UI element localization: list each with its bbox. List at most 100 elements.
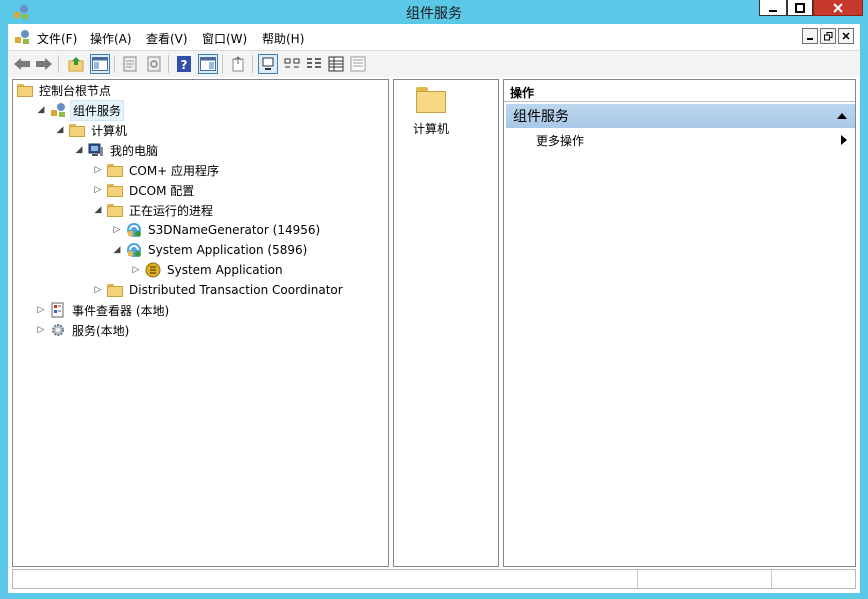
small-icons-view-button[interactable] bbox=[282, 54, 302, 74]
collapsed-arrow-icon[interactable]: ▷ bbox=[93, 285, 103, 295]
folder-icon bbox=[107, 282, 123, 298]
list-item-label: 计算机 bbox=[413, 122, 450, 136]
actions-pane: 操作 组件服务 更多操作 bbox=[503, 79, 856, 567]
com-object-icon bbox=[145, 262, 161, 278]
maximize-button[interactable] bbox=[787, 0, 813, 16]
toolbar-separator bbox=[222, 55, 223, 73]
result-pane[interactable]: 计算机 bbox=[393, 79, 499, 567]
export-list-button[interactable] bbox=[228, 54, 248, 74]
status-separator bbox=[771, 570, 772, 588]
menu-bar: 文件(F) 操作(A) 查看(V) 窗口(W) 帮助(H) bbox=[8, 24, 860, 50]
details-view-button[interactable] bbox=[326, 54, 346, 74]
window-title: 组件服务 bbox=[406, 6, 462, 22]
system-menu-icon[interactable] bbox=[13, 28, 31, 46]
collapsed-arrow-icon[interactable]: ▷ bbox=[93, 185, 103, 195]
tree-item[interactable]: ◢ 组件服务 bbox=[36, 99, 125, 121]
tree-item-label: S3DNameGenerator (14956) bbox=[148, 223, 321, 237]
tree-item-label: 组件服务 bbox=[70, 99, 125, 121]
menu-window[interactable]: 窗口(W) bbox=[202, 30, 247, 47]
help-button[interactable]: ? bbox=[174, 54, 194, 74]
show-hide-tree-button[interactable] bbox=[90, 54, 110, 74]
folder-icon bbox=[107, 162, 123, 178]
tree-item-label: System Application bbox=[167, 263, 283, 277]
forward-icon bbox=[36, 58, 52, 70]
expanded-arrow-icon[interactable]: ◢ bbox=[55, 125, 65, 135]
minimize-icon bbox=[769, 9, 777, 12]
tree-item[interactable]: ◢ 我的电脑 bbox=[74, 140, 160, 160]
svg-text:?: ? bbox=[181, 58, 188, 72]
status-bar bbox=[12, 569, 856, 589]
large-icons-view-icon bbox=[262, 57, 274, 70]
expanded-arrow-icon[interactable]: ◢ bbox=[93, 205, 103, 215]
large-icons-view-button[interactable] bbox=[258, 54, 278, 74]
up-folder-icon bbox=[68, 57, 84, 72]
collapse-up-icon[interactable] bbox=[837, 113, 847, 119]
collapsed-arrow-icon[interactable]: ▷ bbox=[112, 225, 122, 235]
tree-item[interactable]: ◢ 计算机 bbox=[55, 120, 129, 140]
collapsed-arrow-icon[interactable]: ▷ bbox=[93, 165, 103, 175]
close-button[interactable] bbox=[813, 0, 863, 16]
forward-button[interactable] bbox=[34, 54, 54, 74]
list-view-icon bbox=[307, 58, 321, 68]
mdi-restore-button[interactable] bbox=[820, 28, 836, 44]
tree-item[interactable]: ▷ S3DNameGenerator (14956) bbox=[112, 220, 322, 240]
up-one-level-button[interactable] bbox=[66, 54, 86, 74]
list-item-computers[interactable]: 计算机 bbox=[394, 80, 494, 140]
folder-icon bbox=[69, 122, 85, 138]
properties-button[interactable] bbox=[120, 54, 140, 74]
back-button[interactable] bbox=[12, 54, 32, 74]
toolbar-separator bbox=[252, 55, 253, 73]
list-view-button[interactable] bbox=[304, 54, 324, 74]
console-tree[interactable]: 控制台根节点 ◢ 组件服务 ◢ 计算机 ◢ 我的电脑 ▷ COM+ 应用程序 ▷ DCOM 配置 ◢ 正… bbox=[12, 79, 389, 567]
mdi-close-button[interactable] bbox=[838, 28, 854, 44]
help-icon: ? bbox=[177, 56, 191, 72]
toolbar-separator bbox=[58, 55, 59, 73]
more-actions-item[interactable]: 更多操作 bbox=[536, 132, 584, 149]
refresh-button[interactable] bbox=[144, 54, 164, 74]
tree-item[interactable]: ◢ 正在运行的进程 bbox=[93, 200, 215, 220]
back-icon bbox=[14, 58, 30, 70]
tree-item[interactable]: ▷ DCOM 配置 bbox=[93, 180, 196, 200]
close-icon bbox=[842, 32, 850, 40]
submenu-arrow-icon[interactable] bbox=[841, 135, 847, 145]
tree-item-label: DCOM 配置 bbox=[129, 183, 195, 198]
collapsed-arrow-icon[interactable]: ▷ bbox=[36, 305, 46, 315]
folder-icon bbox=[107, 202, 123, 218]
show-hide-action-pane-button[interactable] bbox=[198, 54, 218, 74]
expanded-arrow-icon[interactable]: ◢ bbox=[36, 105, 46, 115]
menu-action[interactable]: 操作(A) bbox=[90, 30, 132, 47]
actions-section-title: 组件服务 bbox=[513, 109, 569, 125]
tree-item[interactable]: 控制台根节点 bbox=[17, 80, 113, 100]
folder-icon bbox=[416, 87, 446, 113]
process-icon bbox=[126, 222, 142, 238]
folder-icon bbox=[17, 82, 33, 98]
tree-item[interactable]: ▷ Distributed Transaction Coordinator bbox=[93, 280, 345, 300]
toolbar-separator bbox=[114, 55, 115, 73]
tree-item[interactable]: ▷ COM+ 应用程序 bbox=[93, 160, 221, 180]
title-bar[interactable]: 组件服务 bbox=[0, 0, 868, 24]
menu-file[interactable]: 文件(F) bbox=[37, 30, 77, 47]
services-gear-icon bbox=[50, 322, 66, 338]
computer-icon bbox=[88, 142, 104, 158]
status-separator bbox=[637, 570, 638, 588]
minimize-button[interactable] bbox=[759, 0, 787, 16]
expanded-arrow-icon[interactable]: ◢ bbox=[112, 245, 122, 255]
menu-help[interactable]: 帮助(H) bbox=[262, 30, 304, 47]
expanded-arrow-icon[interactable]: ◢ bbox=[74, 145, 84, 155]
component-services-icon bbox=[50, 102, 66, 118]
tree-item[interactable]: ▷ 服务(本地) bbox=[36, 320, 131, 340]
export-list-icon bbox=[232, 56, 244, 72]
actions-section-component-services[interactable]: 组件服务 bbox=[506, 104, 855, 128]
tree-item[interactable]: ◢ System Application (5896) bbox=[112, 240, 309, 260]
collapsed-arrow-icon[interactable]: ▷ bbox=[131, 265, 141, 275]
collapsed-arrow-icon[interactable]: ▷ bbox=[36, 325, 46, 335]
mdi-minimize-button[interactable] bbox=[802, 28, 818, 44]
tree-item[interactable]: ▷ 事件查看器 (本地) bbox=[36, 300, 171, 320]
close-icon bbox=[833, 2, 843, 13]
event-viewer-icon bbox=[50, 302, 66, 318]
tree-item-label: 服务(本地) bbox=[72, 323, 130, 338]
tree-item-label: 正在运行的进程 bbox=[129, 203, 214, 218]
menu-view[interactable]: 查看(V) bbox=[146, 30, 188, 47]
status-view-button[interactable] bbox=[348, 54, 368, 74]
tree-item[interactable]: ▷ System Application bbox=[131, 260, 285, 280]
